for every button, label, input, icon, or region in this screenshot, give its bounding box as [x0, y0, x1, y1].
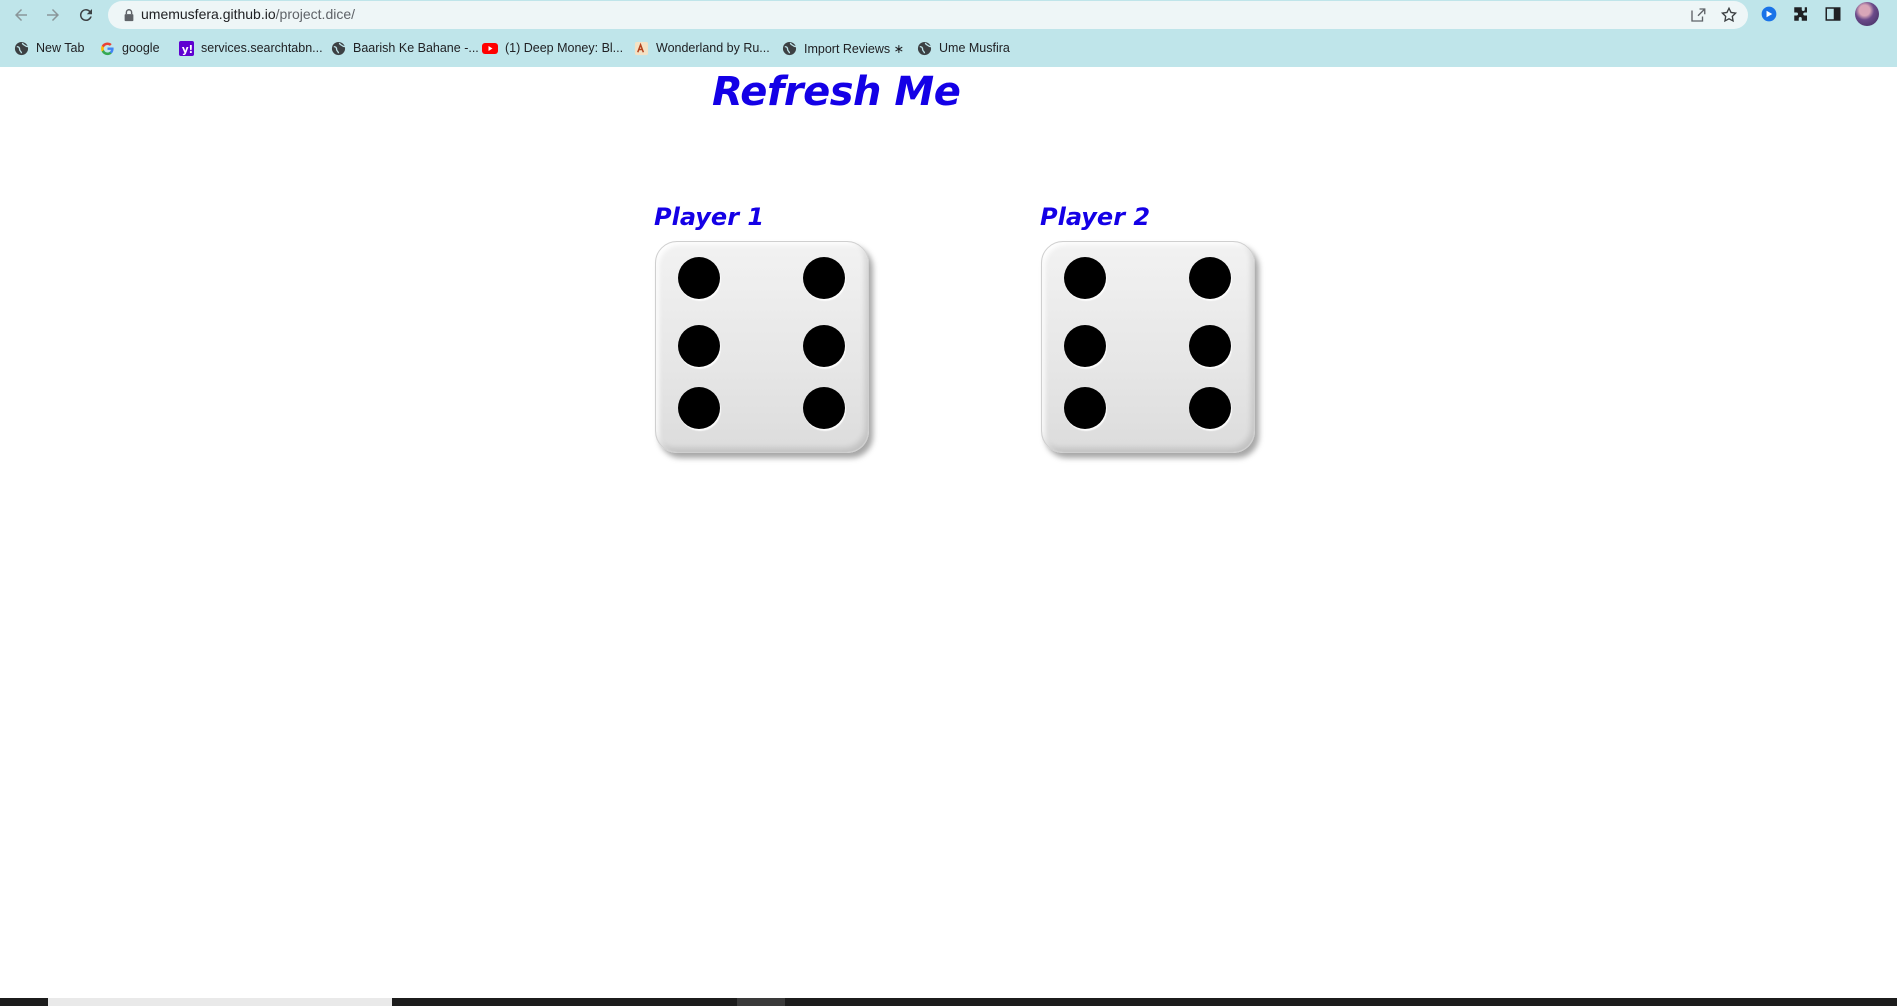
star-icon[interactable]	[1720, 6, 1738, 24]
extension-blue-icon	[1761, 6, 1777, 22]
puzzle-icon	[1794, 7, 1807, 21]
player-1-die	[655, 241, 869, 453]
die-pip	[1189, 257, 1231, 299]
side-panel-icon	[1825, 7, 1841, 21]
bookmark-ume-musfira[interactable]: Ume Musfira	[916, 36, 1010, 60]
bookmark-new-tab[interactable]: New Tab	[13, 36, 84, 60]
navigation-row: umemusfera.github.io/project.dice/	[0, 0, 1897, 30]
arrow-right-icon	[47, 9, 59, 21]
bookmark-label: Baarish Ke Bahane -...	[353, 41, 479, 55]
svg-text:y!: y!	[181, 44, 192, 56]
extension-icon[interactable]	[1758, 3, 1780, 25]
bookmark-services[interactable]: y! services.searchtabn...	[178, 36, 323, 60]
taskbar-active-window[interactable]	[48, 998, 392, 1006]
die-pip	[803, 325, 845, 367]
google-icon	[99, 40, 115, 56]
bookmark-baarish[interactable]: Baarish Ke Bahane -...	[330, 36, 479, 60]
url-path: /project.dice/	[275, 6, 356, 22]
youtube-icon	[482, 40, 498, 56]
forward-button[interactable]	[41, 3, 65, 27]
reload-icon	[79, 9, 92, 22]
player-1-label: Player 1	[654, 203, 765, 231]
bookmark-label: services.searchtabn...	[201, 41, 323, 55]
bookmark-wonderland[interactable]: Wonderland by Ru...	[633, 36, 770, 60]
bookmark-deep-money[interactable]: (1) Deep Money: Bl...	[482, 36, 623, 60]
die-pip	[1064, 325, 1106, 367]
address-bar[interactable]: umemusfera.github.io/project.dice/	[108, 1, 1748, 29]
arrow-left-icon	[15, 9, 27, 21]
side-panel-button[interactable]	[1822, 3, 1844, 25]
book-icon	[633, 40, 649, 56]
bookmark-label: New Tab	[36, 41, 85, 55]
globe-icon	[781, 40, 797, 56]
globe-icon	[330, 40, 346, 56]
player-2-die	[1041, 241, 1255, 453]
yahoo-icon: y!	[178, 40, 194, 56]
bookmark-label: Import Reviews ∗	[804, 41, 905, 56]
die-pip	[678, 387, 720, 429]
extensions-button[interactable]	[1790, 3, 1812, 25]
die-pip	[678, 325, 720, 367]
die-pip	[1189, 387, 1231, 429]
die-pip	[1064, 387, 1106, 429]
die-pip	[803, 257, 845, 299]
die-pip	[678, 257, 720, 299]
reload-button[interactable]	[74, 3, 98, 27]
die-pip	[803, 387, 845, 429]
share-icon[interactable]	[1689, 6, 1707, 24]
back-button[interactable]	[9, 3, 33, 27]
page-content: Refresh Me Player 1 Player 2	[0, 67, 1897, 999]
url-text: umemusfera.github.io/project.dice/	[141, 6, 355, 22]
bookmark-label: (1) Deep Money: Bl...	[505, 41, 624, 55]
url-host: umemusfera.github.io	[141, 6, 276, 22]
globe-icon	[916, 40, 932, 56]
bookmark-label: google	[122, 41, 160, 55]
bookmarks-bar: New Tab google y! services.searchtabn...…	[0, 36, 1897, 60]
profile-avatar[interactable]	[1855, 2, 1879, 26]
taskbar-app[interactable]	[737, 998, 785, 1006]
bookmark-label: Ume Musfira	[939, 41, 1010, 55]
globe-icon	[13, 40, 29, 56]
player-2-label: Player 2	[1040, 203, 1151, 231]
browser-toolbar: umemusfera.github.io/project.dice/ New T…	[0, 0, 1897, 67]
die-pip	[1189, 325, 1231, 367]
lock-icon	[124, 9, 134, 22]
taskbar	[0, 998, 1897, 1006]
bookmark-google[interactable]: google	[99, 36, 160, 60]
bookmark-label: Wonderland by Ru...	[656, 41, 770, 55]
page-title: Refresh Me	[712, 69, 961, 115]
die-pip	[1064, 257, 1106, 299]
bookmark-import-reviews[interactable]: Import Reviews ∗	[781, 36, 904, 60]
